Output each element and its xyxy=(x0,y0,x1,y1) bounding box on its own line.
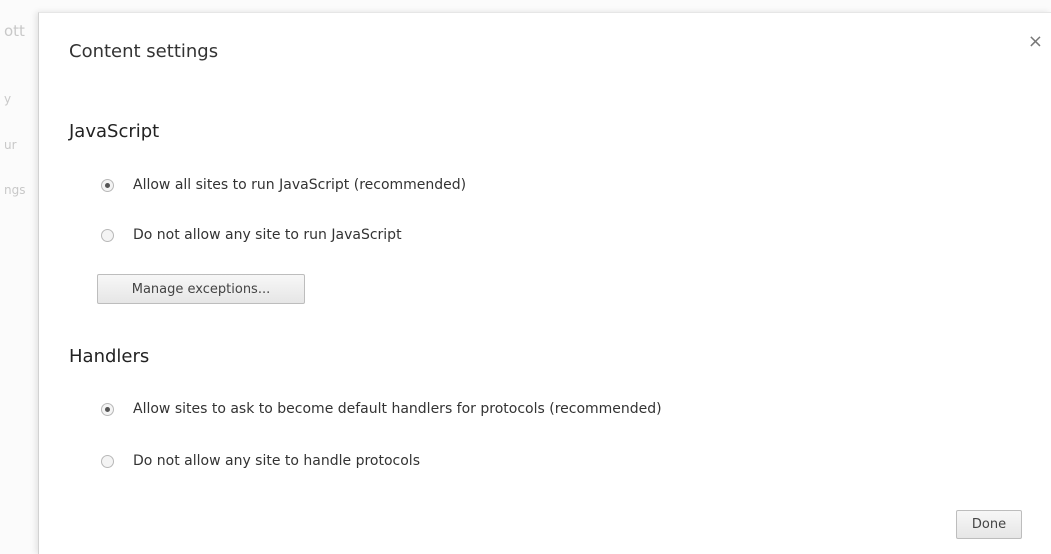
background-text: ngs xyxy=(4,183,26,197)
done-button[interactable]: Done xyxy=(956,510,1022,539)
background-text: ur xyxy=(4,138,17,152)
radio-button[interactable] xyxy=(101,454,114,468)
close-icon[interactable]: × xyxy=(1028,33,1043,51)
javascript-heading: JavaScript xyxy=(69,121,160,142)
option-label: Do not allow any site to run JavaScript xyxy=(133,227,402,243)
manage-exceptions-button[interactable]: Manage exceptions... xyxy=(97,274,305,304)
dialog-title: Content settings xyxy=(69,41,219,62)
radio-button-checked[interactable] xyxy=(101,178,114,192)
javascript-block-option[interactable]: Do not allow any site to run JavaScript xyxy=(101,227,402,243)
handlers-allow-option[interactable]: Allow sites to ask to become default han… xyxy=(101,401,662,417)
handlers-heading: Handlers xyxy=(69,346,150,367)
javascript-allow-option[interactable]: Allow all sites to run JavaScript (recom… xyxy=(101,177,466,193)
content-settings-dialog: Content settings × JavaScript Allow all … xyxy=(38,12,1051,554)
radio-button[interactable] xyxy=(101,228,114,242)
background-text: ott xyxy=(4,22,25,40)
option-label: Allow all sites to run JavaScript (recom… xyxy=(133,177,467,193)
radio-button-checked[interactable] xyxy=(101,402,114,416)
handlers-block-option[interactable]: Do not allow any site to handle protocol… xyxy=(101,453,420,469)
option-label: Allow sites to ask to become default han… xyxy=(133,401,662,417)
option-label: Do not allow any site to handle protocol… xyxy=(133,453,420,469)
background-text: y xyxy=(4,92,12,106)
